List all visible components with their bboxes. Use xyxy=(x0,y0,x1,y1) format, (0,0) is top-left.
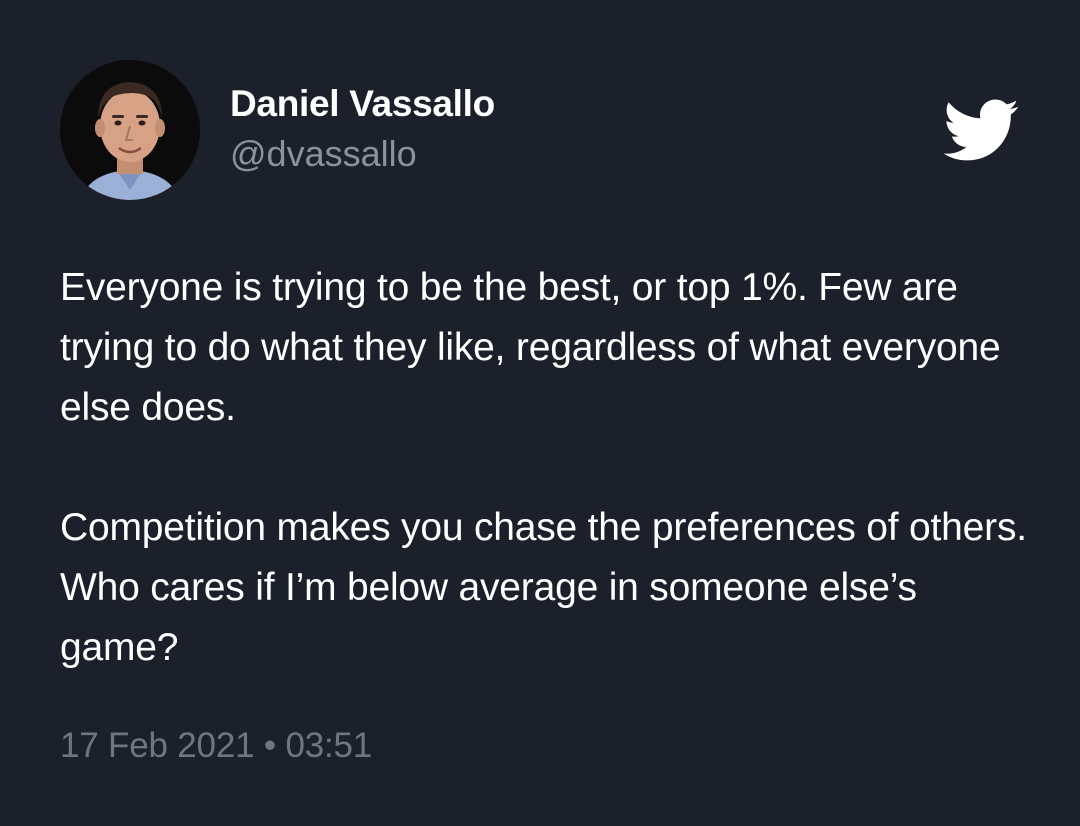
tweet-date: 17 Feb 2021 xyxy=(60,726,255,765)
author-handle[interactable]: @dvassallo xyxy=(230,132,495,176)
avatar-photo-icon xyxy=(60,60,200,200)
tweet-time: 03:51 xyxy=(285,726,373,765)
author-info: Daniel Vassallo @dvassallo xyxy=(230,82,495,176)
timestamp-separator: • xyxy=(263,726,276,765)
tweet-timestamp[interactable]: 17 Feb 2021 • 03:51 xyxy=(60,724,372,768)
twitter-bird-icon xyxy=(943,99,1019,161)
tweet-paragraph: Competition makes you chase the preferen… xyxy=(60,506,1027,669)
avatar[interactable] xyxy=(60,60,200,200)
tweet-paragraph: Everyone is trying to be the best, or to… xyxy=(60,266,1001,429)
author-display-name[interactable]: Daniel Vassallo xyxy=(230,82,495,126)
tweet-card: Daniel Vassallo @dvassallo Everyone is t… xyxy=(0,0,1080,826)
tweet-text: Everyone is trying to be the best, or to… xyxy=(60,258,1040,678)
